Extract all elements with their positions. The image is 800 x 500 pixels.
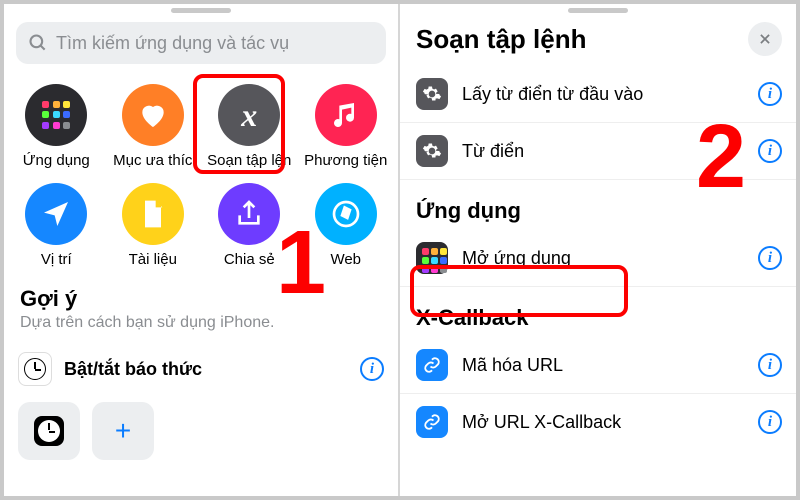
label: Vị trí xyxy=(41,251,72,268)
plus-icon: + xyxy=(115,415,131,447)
search-icon xyxy=(28,33,48,53)
category-favorites[interactable]: Mục ưa thíc xyxy=(107,80,200,173)
label: Soạn tập lện xyxy=(207,152,291,169)
action-get-dictionary-from-input[interactable]: Lấy từ điển từ đầu vào i xyxy=(400,66,796,123)
info-icon[interactable]: i xyxy=(360,357,384,381)
action-label: Mở URL X-Callback xyxy=(462,412,744,433)
suggestion-alarm-row[interactable]: Bật/tắt báo thức i xyxy=(4,342,398,396)
compass-icon xyxy=(315,183,377,245)
action-url-encode[interactable]: Mã hóa URL i xyxy=(400,337,796,394)
clock-icon xyxy=(18,352,52,386)
scripting-icon: x xyxy=(218,84,280,146)
category-sharing[interactable]: Chia sẻ xyxy=(203,179,296,272)
suggestions-header: Gợi ý xyxy=(4,272,398,314)
close-icon xyxy=(758,32,772,46)
info-icon[interactable]: i xyxy=(758,139,782,163)
suggestions-subtitle: Dựa trên cách bạn sử dụng iPhone. xyxy=(4,314,398,342)
category-documents[interactable]: Tài liệu xyxy=(107,179,200,272)
link-icon xyxy=(416,349,448,381)
location-icon xyxy=(25,183,87,245)
info-icon[interactable]: i xyxy=(758,82,782,106)
quick-tiles: + xyxy=(4,396,398,466)
action-dictionary[interactable]: Từ điển i xyxy=(400,123,796,180)
action-label: Mở ứng dụng xyxy=(462,248,744,269)
category-scripting[interactable]: x Soạn tập lện xyxy=(203,80,296,173)
share-icon xyxy=(218,183,280,245)
category-apps[interactable]: Ứng dụng xyxy=(10,80,103,173)
category-media[interactable]: Phương tiện xyxy=(300,80,393,173)
close-button[interactable] xyxy=(748,22,782,56)
label: Tài liệu xyxy=(129,251,177,268)
search-placeholder: Tìm kiếm ứng dụng và tác vụ xyxy=(56,33,289,54)
gear-icon xyxy=(416,78,448,110)
label: Chia sẻ xyxy=(224,251,275,268)
document-icon xyxy=(122,183,184,245)
label: Ứng dụng xyxy=(23,152,90,169)
category-web[interactable]: Web xyxy=(300,179,393,272)
info-icon[interactable]: i xyxy=(758,410,782,434)
category-grid: Ứng dụng Mục ưa thíc x Soạn tập lện Phươ… xyxy=(4,74,398,272)
action-open-xcallback-url[interactable]: Mở URL X-Callback i xyxy=(400,394,796,450)
action-open-app[interactable]: Mở ứng dụng i xyxy=(400,230,796,287)
suggestion-label: Bật/tắt báo thức xyxy=(64,359,348,380)
action-label: Mã hóa URL xyxy=(462,355,744,376)
apps-icon xyxy=(416,242,448,274)
gear-icon xyxy=(416,135,448,167)
info-icon[interactable]: i xyxy=(758,246,782,270)
drag-handle[interactable] xyxy=(568,8,628,13)
info-icon[interactable]: i xyxy=(758,353,782,377)
label: Phương tiện xyxy=(304,152,387,169)
clock-icon xyxy=(34,416,64,446)
action-label: Lấy từ điển từ đầu vào xyxy=(462,84,744,105)
label: Mục ưa thíc xyxy=(113,152,192,169)
music-icon xyxy=(315,84,377,146)
link-icon xyxy=(416,406,448,438)
section-header-apps: Ứng dụng xyxy=(400,180,796,230)
tile-add[interactable]: + xyxy=(92,402,154,460)
heart-icon xyxy=(122,84,184,146)
category-location[interactable]: Vị trí xyxy=(10,179,103,272)
scripting-actions-pane: Soạn tập lệnh Lấy từ điển từ đầu vào i T… xyxy=(400,4,796,496)
section-header-xcallback: X-Callback xyxy=(400,287,796,337)
action-label: Từ điển xyxy=(462,141,744,162)
pane-title: Soạn tập lệnh xyxy=(416,24,748,55)
tile-clock[interactable] xyxy=(18,402,80,460)
apps-icon xyxy=(25,84,87,146)
drag-handle[interactable] xyxy=(171,8,231,13)
categories-pane: Tìm kiếm ứng dụng và tác vụ Ứng dụng Mục… xyxy=(4,4,400,496)
search-input[interactable]: Tìm kiếm ứng dụng và tác vụ xyxy=(16,22,386,64)
label: Web xyxy=(330,251,361,268)
